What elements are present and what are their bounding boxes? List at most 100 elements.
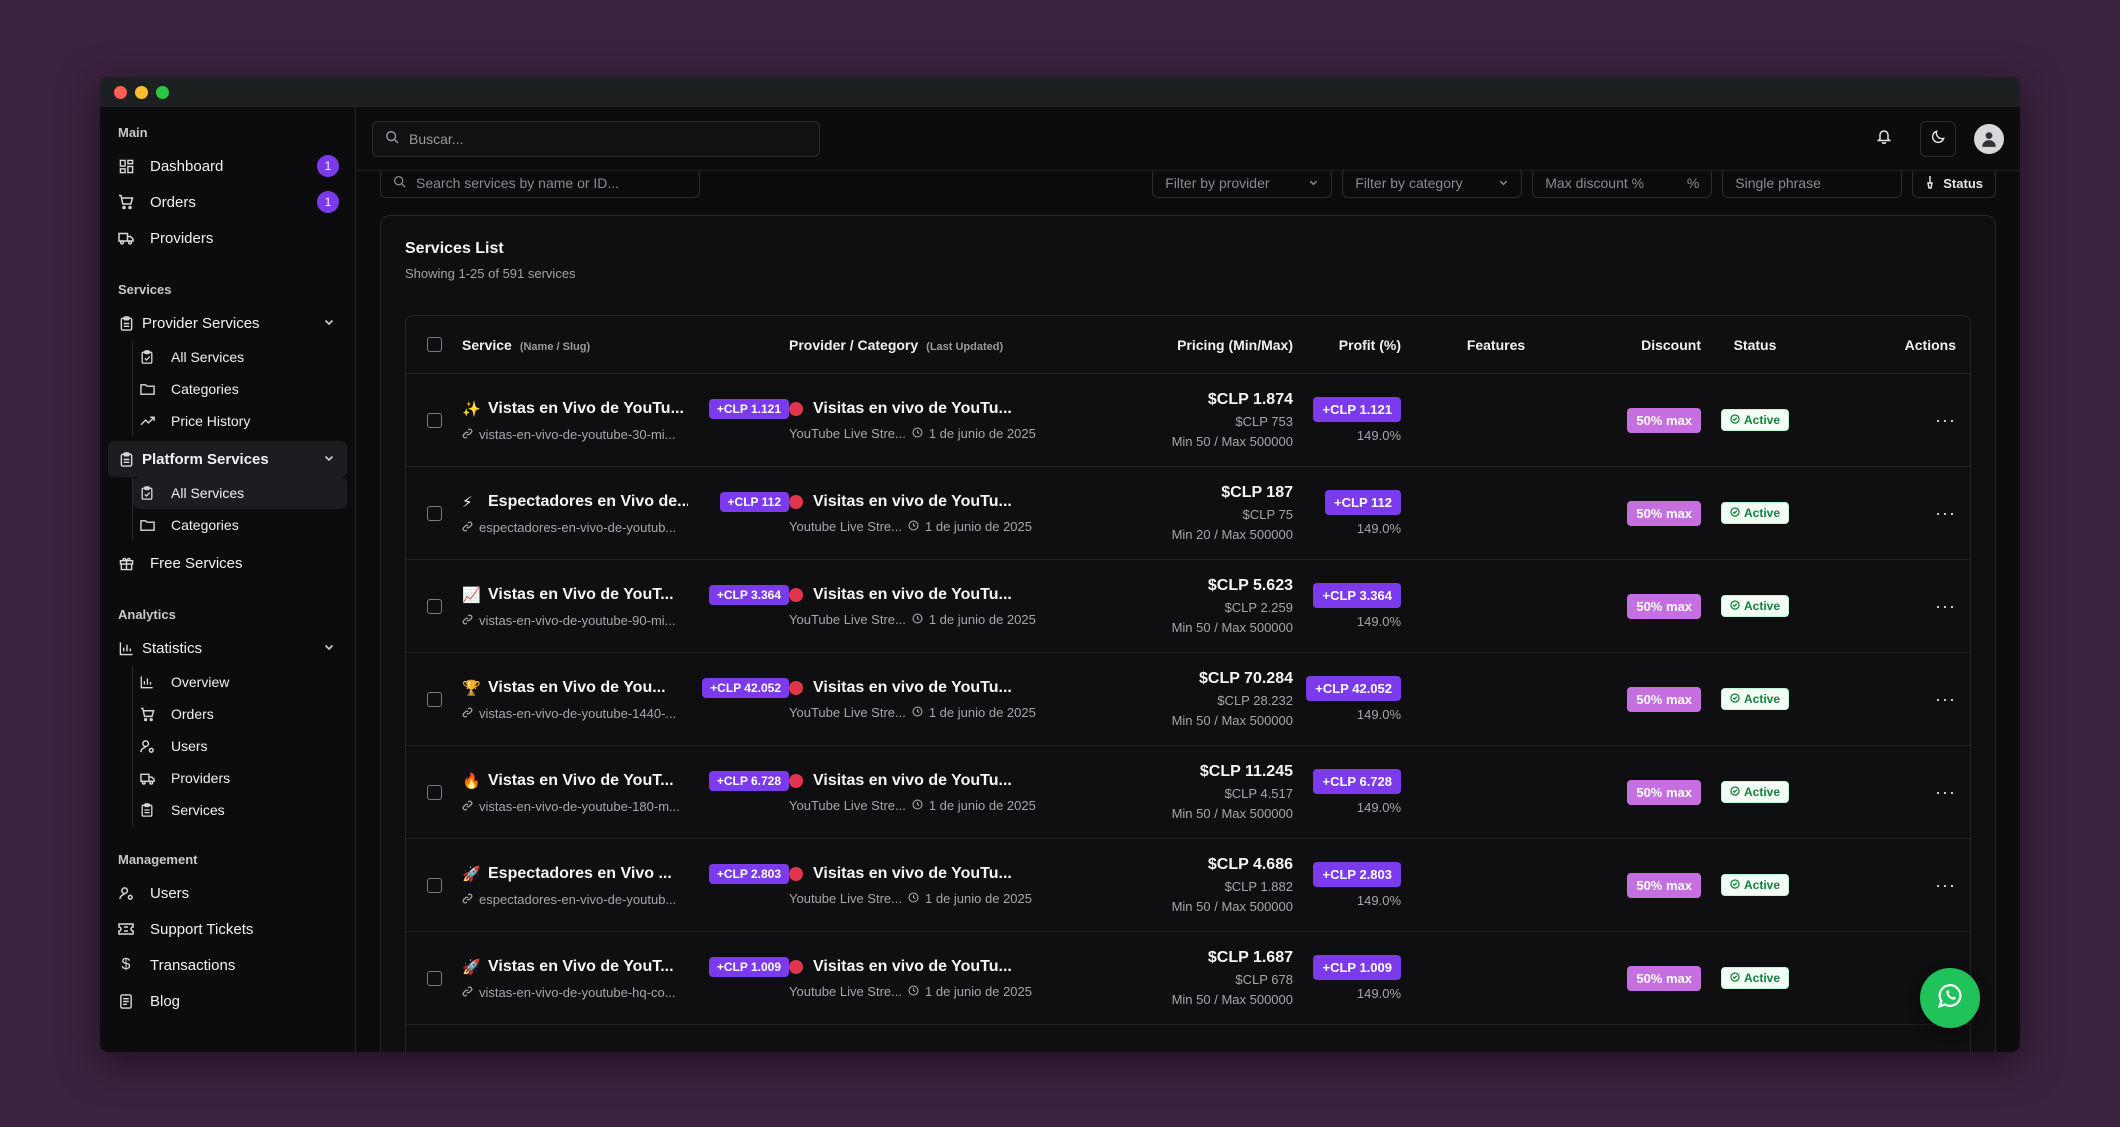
sidebar-item-platform-all-services[interactable]: All Services xyxy=(133,477,347,509)
provider-filter-select[interactable]: Filter by provider xyxy=(1152,168,1333,198)
provider-category: YouTube Live Stre... xyxy=(789,611,906,627)
sidebar-item-stats-orders[interactable]: Orders xyxy=(133,698,347,730)
last-updated: 1 de junio de 2025 xyxy=(928,704,1036,720)
sidebar-item-free-services[interactable]: Free Services xyxy=(108,545,347,581)
service-name[interactable]: Vistas en Vivo de YouT... xyxy=(488,772,688,790)
cart-icon xyxy=(118,194,134,210)
table-row[interactable]: ⚡ Espectadores en Vivo de... +CLP 112 es… xyxy=(406,467,1970,560)
row-checkbox[interactable] xyxy=(426,505,442,521)
sidebar-item-provider-categories[interactable]: Categories xyxy=(133,373,347,405)
table-row[interactable]: 🔥 Vistas en Vivo de YouT... +CLP 6.728 v… xyxy=(406,746,1970,839)
cart-icon xyxy=(139,706,155,722)
table-row[interactable]: ✨ Vistas en Vivo de YouTu... +CLP 1.121 … xyxy=(406,374,1970,467)
statistics-submenu: Overview Orders Users Providers Services xyxy=(132,666,347,826)
service-profit-tag: +CLP 3.364 xyxy=(708,584,789,605)
row-checkbox[interactable] xyxy=(426,784,442,800)
sidebar-item-stats-providers[interactable]: Providers xyxy=(133,762,347,794)
service-profit-tag: +CLP 6.728 xyxy=(708,770,789,791)
sidebar-item-users[interactable]: Users xyxy=(108,875,347,911)
header-profit[interactable]: Profit (%) xyxy=(1293,337,1401,353)
service-name[interactable]: Espectadores en Vivo de... xyxy=(488,493,688,511)
sidebar-item-support-tickets[interactable]: Support Tickets xyxy=(108,911,347,947)
row-checkbox[interactable] xyxy=(426,691,442,707)
service-name[interactable]: Vistas en Vivo de You... xyxy=(488,679,688,697)
more-actions-icon[interactable]: ··· xyxy=(1935,689,1956,709)
close-window-button[interactable] xyxy=(114,85,127,99)
sidebar-item-overview[interactable]: Overview xyxy=(133,666,347,698)
profit-percent: 149.0% xyxy=(1356,707,1401,722)
theme-toggle-button[interactable] xyxy=(1920,120,1956,157)
provider-name: Visitas en vivo de YouTu... xyxy=(813,864,1012,882)
sidebar-item-platform-categories[interactable]: Categories xyxy=(133,509,347,541)
status-filter-button[interactable]: Status xyxy=(1912,168,1996,198)
sidebar-group-platform-services[interactable]: Platform Services xyxy=(108,441,347,477)
notifications-button[interactable] xyxy=(1866,121,1902,157)
percent-suffix: % xyxy=(1686,175,1700,191)
services-search-input[interactable]: Search services by name or ID... xyxy=(380,168,700,198)
sidebar-item-price-history[interactable]: Price History xyxy=(133,405,347,437)
more-actions-icon[interactable]: ··· xyxy=(1935,782,1956,802)
service-name[interactable]: Espectadores en Vivo ... xyxy=(488,865,688,883)
table-row[interactable]: 🚀 Espectadores en Vivo ... +CLP 2.803 es… xyxy=(406,839,1970,932)
profit-percent: 149.0% xyxy=(1356,428,1401,443)
more-actions-icon[interactable]: ··· xyxy=(1935,875,1956,895)
sidebar-item-stats-users[interactable]: Users xyxy=(133,730,347,762)
whatsapp-button[interactable] xyxy=(1920,968,1980,1028)
clipboard-check-icon xyxy=(139,349,155,365)
provider-name: Visitas en vivo de YouTu... xyxy=(813,678,1012,696)
chevron-down-icon[interactable] xyxy=(323,451,335,468)
sidebar-item-orders[interactable]: Orders 1 xyxy=(108,184,347,220)
table-row[interactable]: $CLP 7.497 xyxy=(406,1025,1970,1052)
service-slug: espectadores-en-vivo-de-youtub... xyxy=(479,891,677,907)
row-checkbox[interactable] xyxy=(426,970,442,986)
header-service[interactable]: Service (Name / Slug) xyxy=(462,337,789,353)
chevron-down-icon[interactable] xyxy=(323,315,335,332)
bar-chart-icon xyxy=(118,640,134,656)
more-actions-icon[interactable]: ··· xyxy=(1935,410,1956,430)
category-filter-select[interactable]: Filter by category xyxy=(1342,168,1523,198)
row-checkbox[interactable] xyxy=(426,877,442,893)
table-header: Service (Name / Slug) Provider / Category… xyxy=(406,316,1970,374)
service-name[interactable]: Vistas en Vivo de YouT... xyxy=(488,958,688,976)
gift-icon xyxy=(118,555,134,571)
user-avatar[interactable] xyxy=(1974,123,2004,154)
sidebar-item-dashboard[interactable]: Dashboard 1 xyxy=(108,148,347,184)
maximize-window-button[interactable] xyxy=(156,85,169,99)
service-name[interactable]: Vistas en Vivo de YouT... xyxy=(488,586,688,604)
sidebar-item-label: Orders xyxy=(171,706,214,722)
header-provider[interactable]: Provider / Category (Last Updated) xyxy=(789,337,1059,353)
link-icon xyxy=(462,613,473,628)
chevron-down-icon[interactable] xyxy=(323,640,335,657)
global-search-input[interactable]: Buscar... xyxy=(372,120,820,157)
sidebar-item-provider-all-services[interactable]: All Services xyxy=(133,341,347,373)
table-row[interactable]: 📈 Vistas en Vivo de YouT... +CLP 3.364 v… xyxy=(406,560,1970,653)
service-name[interactable]: Vistas en Vivo de YouTu... xyxy=(488,400,688,418)
service-slug: vistas-en-vivo-de-youtube-hq-co... xyxy=(479,984,676,1000)
service-emoji-icon: 📈 xyxy=(462,586,481,604)
select-all-checkbox[interactable] xyxy=(426,337,442,352)
sidebar-group-provider-services[interactable]: Provider Services xyxy=(108,305,347,341)
sidebar-item-transactions[interactable]: $ Transactions xyxy=(108,947,347,983)
more-actions-icon[interactable]: ··· xyxy=(1935,503,1956,523)
sidebar-item-stats-services[interactable]: Services xyxy=(133,794,347,826)
clock-icon xyxy=(908,891,919,906)
link-icon xyxy=(462,520,473,535)
header-pricing[interactable]: Pricing (Min/Max) xyxy=(1059,337,1293,353)
sidebar-item-providers[interactable]: Providers xyxy=(108,220,347,256)
table-row[interactable]: 🚀 Vistas en Vivo de YouT... +CLP 1.009 v… xyxy=(406,932,1970,1025)
minimize-window-button[interactable] xyxy=(135,85,148,99)
sidebar-item-label: Categories xyxy=(171,517,239,533)
table-row[interactable]: 🏆 Vistas en Vivo de You... +CLP 42.052 v… xyxy=(406,653,1970,746)
max-discount-input[interactable]: Max discount % % xyxy=(1532,168,1713,198)
header-actions: Actions xyxy=(1904,336,1956,353)
price-minmax: Min 50 / Max 500000 xyxy=(1171,434,1293,449)
more-actions-icon[interactable]: ··· xyxy=(1935,596,1956,616)
sidebar-group-statistics[interactable]: Statistics xyxy=(108,630,347,666)
row-checkbox[interactable] xyxy=(426,598,442,614)
sidebar-item-blog[interactable]: Blog xyxy=(108,983,347,1019)
phrase-input[interactable]: Single phrase xyxy=(1722,168,1903,198)
table-body: ✨ Vistas en Vivo de YouTu... +CLP 1.121 … xyxy=(406,374,1970,1052)
status-badge: Active xyxy=(1720,595,1790,617)
row-checkbox[interactable] xyxy=(426,412,442,428)
provider-name: Visitas en vivo de YouTu... xyxy=(813,585,1012,603)
